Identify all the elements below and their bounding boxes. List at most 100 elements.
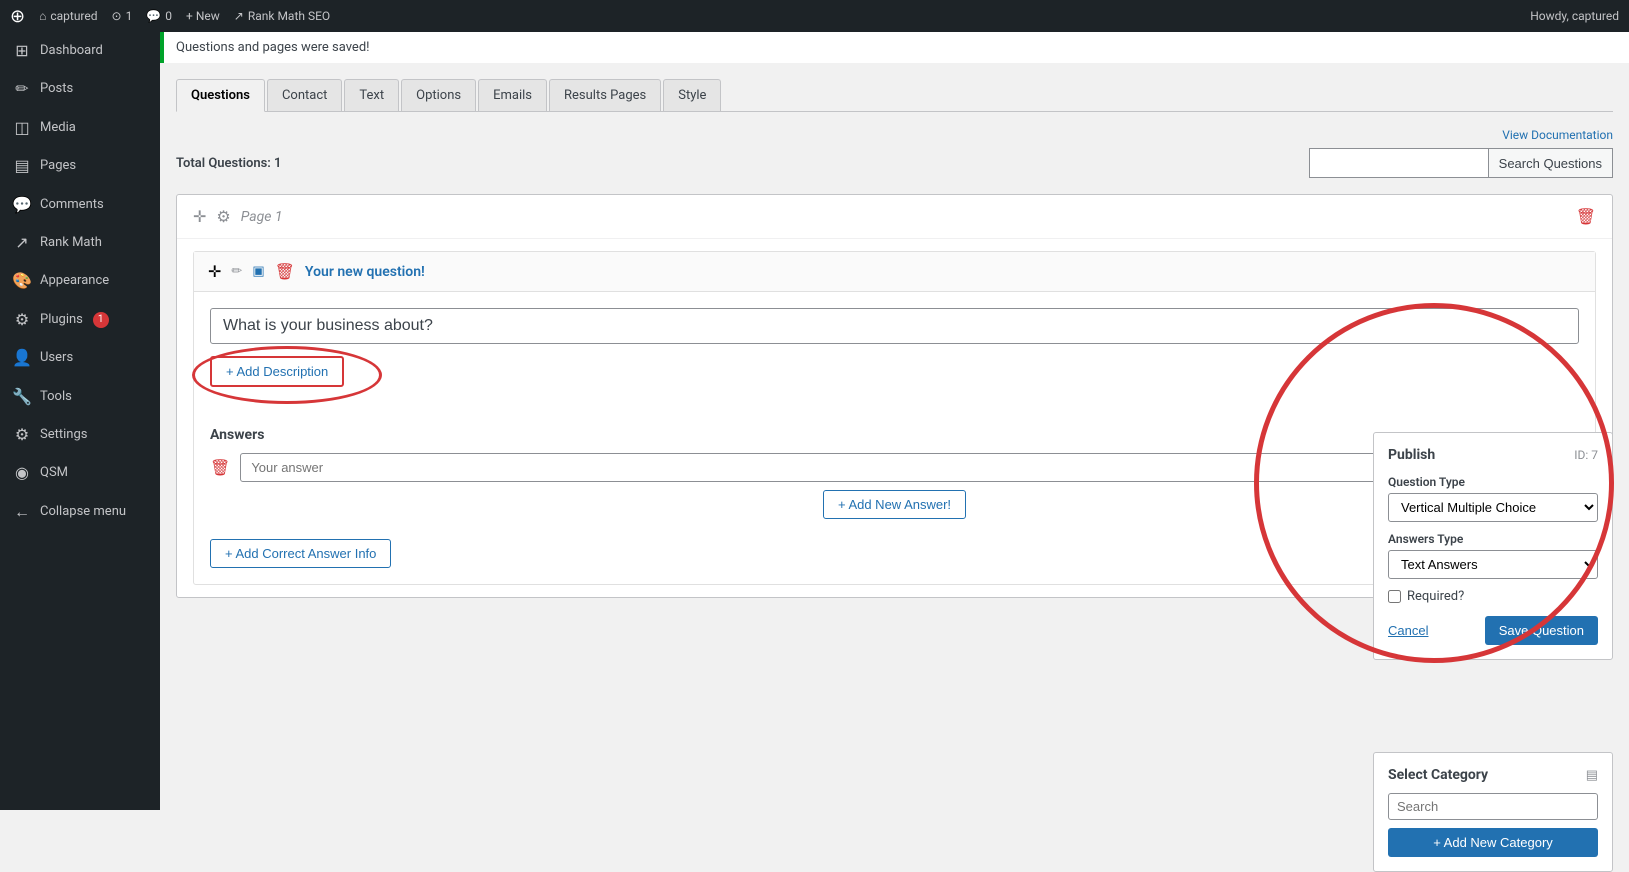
sidebar-label-media: Media xyxy=(40,119,76,137)
tabs: Questions Contact Text Options Emails Re… xyxy=(176,79,1613,112)
admin-bar-site[interactable]: ⌂ captured xyxy=(39,9,97,23)
sidebar-label-appearance: Appearance xyxy=(40,272,109,290)
required-row: Required? xyxy=(1388,589,1598,604)
answer-input[interactable] xyxy=(240,453,1509,482)
add-new-answer-button[interactable]: + Add New Answer! xyxy=(823,490,966,519)
tab-emails[interactable]: Emails xyxy=(478,79,547,111)
page-header-left: ✛ ⚙ Page 1 xyxy=(193,207,283,226)
plugins-icon: ⚙ xyxy=(12,309,32,331)
page-move-icon[interactable]: ✛ xyxy=(193,207,206,226)
add-category-button[interactable]: + Add New Category xyxy=(1388,828,1598,857)
tab-style[interactable]: Style xyxy=(663,79,721,111)
question-delete-icon[interactable]: 🗑 xyxy=(275,262,295,281)
search-questions-button[interactable]: Search Questions xyxy=(1489,148,1613,178)
category-edit-icon[interactable]: ▤ xyxy=(1586,768,1598,783)
comments-icon: 💬 xyxy=(146,9,161,23)
sidebar-item-collapse[interactable]: ← Collapse menu xyxy=(0,493,160,531)
sidebar-item-dashboard[interactable]: ⊞ Dashboard xyxy=(0,32,160,70)
admin-bar-updates[interactable]: ⊙ 1 xyxy=(112,9,133,23)
tab-questions[interactable]: Questions xyxy=(176,79,265,112)
sidebar-item-appearance[interactable]: 🎨 Appearance xyxy=(0,262,160,300)
sidebar-item-tools[interactable]: 🔧 Tools xyxy=(0,378,160,416)
view-docs-link[interactable]: View Documentation xyxy=(176,128,1613,142)
tab-results-pages[interactable]: Results Pages xyxy=(549,79,661,111)
dashboard-icon: ⊞ xyxy=(12,40,32,62)
search-area: Search Questions xyxy=(1309,148,1613,178)
add-correct-answer-info-button[interactable]: + Add Correct Answer Info xyxy=(210,539,391,568)
admin-bar-rankmath[interactable]: ↗ Rank Math SEO xyxy=(234,9,330,23)
sidebar-label-pages: Pages xyxy=(40,157,76,175)
sidebar-label-collapse: Collapse menu xyxy=(40,503,126,521)
sidebar-item-media[interactable]: ◫ Media xyxy=(0,109,160,147)
save-question-button[interactable]: Save Question xyxy=(1485,616,1598,645)
main-content: Questions and pages were saved! Question… xyxy=(160,32,1629,810)
question-type-select[interactable]: Vertical Multiple Choice xyxy=(1388,493,1598,522)
question-move-icon[interactable]: ✛ xyxy=(208,262,221,281)
question-type-label: Question Type xyxy=(1388,475,1598,489)
category-search-input[interactable] xyxy=(1388,793,1598,820)
sidebar-item-users[interactable]: 👤 Users xyxy=(0,339,160,377)
sidebar: ⊞ Dashboard ✏ Posts ◫ Media ▤ Pages 💬 Co… xyxy=(0,32,160,810)
notice-text: Questions and pages were saved! xyxy=(176,40,370,55)
tools-icon: 🔧 xyxy=(12,386,32,408)
sidebar-label-users: Users xyxy=(40,349,73,367)
content-area: View Documentation Total Questions: 1 Se… xyxy=(160,112,1629,630)
wp-logo-icon[interactable]: ⊕ xyxy=(10,6,25,27)
question-header: ✛ ✏ ▣ 🗑 Your new question! xyxy=(194,252,1595,292)
tabs-wrapper: Questions Contact Text Options Emails Re… xyxy=(160,63,1629,112)
tab-options[interactable]: Options xyxy=(401,79,476,111)
publish-actions: Cancel Save Question xyxy=(1388,616,1598,645)
comments-nav-icon: 💬 xyxy=(12,194,32,216)
admin-bar: ⊕ ⌂ captured ⊙ 1 💬 0 + New ↗ Rank Math S… xyxy=(0,0,1629,32)
required-checkbox[interactable] xyxy=(1388,590,1401,603)
search-questions-input[interactable] xyxy=(1309,148,1489,178)
settings-icon: ⚙ xyxy=(12,424,32,446)
posts-icon: ✏ xyxy=(12,78,32,100)
sidebar-item-settings[interactable]: ⚙ Settings xyxy=(0,416,160,454)
admin-bar-howdy: Howdy, captured xyxy=(1530,9,1619,23)
appearance-icon: 🎨 xyxy=(12,270,32,292)
sidebar-item-plugins[interactable]: ⚙ Plugins 1 xyxy=(0,301,160,339)
category-panel: Select Category ▤ + Add New Category xyxy=(1373,752,1613,872)
sidebar-item-posts[interactable]: ✏ Posts xyxy=(0,70,160,108)
sidebar-label-qsm: QSM xyxy=(40,464,68,482)
answer-delete-icon[interactable]: 🗑 xyxy=(210,458,230,477)
admin-bar-comments[interactable]: 💬 0 xyxy=(146,9,172,23)
page-delete-icon[interactable]: 🗑 xyxy=(1576,207,1596,226)
sidebar-label-tools: Tools xyxy=(40,388,72,406)
site-icon: ⌂ xyxy=(39,9,46,23)
sidebar-item-rankmath[interactable]: ↗ Rank Math xyxy=(0,224,160,262)
admin-bar-new[interactable]: + New xyxy=(186,9,220,23)
publish-panel: Publish ID: 7 Question Type Vertical Mul… xyxy=(1373,432,1613,660)
question-copy-icon[interactable]: ▣ xyxy=(252,264,264,279)
qsm-icon: ◉ xyxy=(12,462,32,484)
media-icon: ◫ xyxy=(12,117,32,139)
page-title: Page 1 xyxy=(241,209,283,225)
total-questions: Total Questions: 1 xyxy=(176,156,281,171)
sidebar-label-comments: Comments xyxy=(40,196,104,214)
answers-type-select[interactable]: Text Answers xyxy=(1388,550,1598,579)
plugins-badge: 1 xyxy=(93,312,109,328)
publish-panel-header: Publish ID: 7 xyxy=(1388,447,1598,463)
sidebar-item-qsm[interactable]: ◉ QSM xyxy=(0,454,160,492)
pages-icon: ▤ xyxy=(12,155,32,177)
sidebar-label-rankmath: Rank Math xyxy=(40,234,102,252)
sidebar-item-comments[interactable]: 💬 Comments xyxy=(0,186,160,224)
sidebar-item-pages[interactable]: ▤ Pages xyxy=(0,147,160,185)
required-label: Required? xyxy=(1407,589,1464,604)
updates-icon: ⊙ xyxy=(112,9,122,23)
notice-success: Questions and pages were saved! xyxy=(160,32,1629,63)
tab-contact[interactable]: Contact xyxy=(267,79,342,111)
sidebar-label-dashboard: Dashboard xyxy=(40,42,103,60)
sidebar-label-posts: Posts xyxy=(40,80,73,98)
add-description-button[interactable]: + Add Description xyxy=(210,356,344,387)
sidebar-label-plugins: Plugins xyxy=(40,311,83,329)
tab-text[interactable]: Text xyxy=(344,79,399,111)
sidebar-label-settings: Settings xyxy=(40,426,87,444)
rankmath-icon: ↗ xyxy=(234,9,244,23)
question-text-input[interactable] xyxy=(210,308,1579,344)
cancel-button[interactable]: Cancel xyxy=(1388,623,1428,638)
category-header: Select Category ▤ xyxy=(1388,767,1598,783)
page-settings-icon[interactable]: ⚙ xyxy=(216,207,230,226)
question-edit-icon[interactable]: ✏ xyxy=(231,264,242,279)
